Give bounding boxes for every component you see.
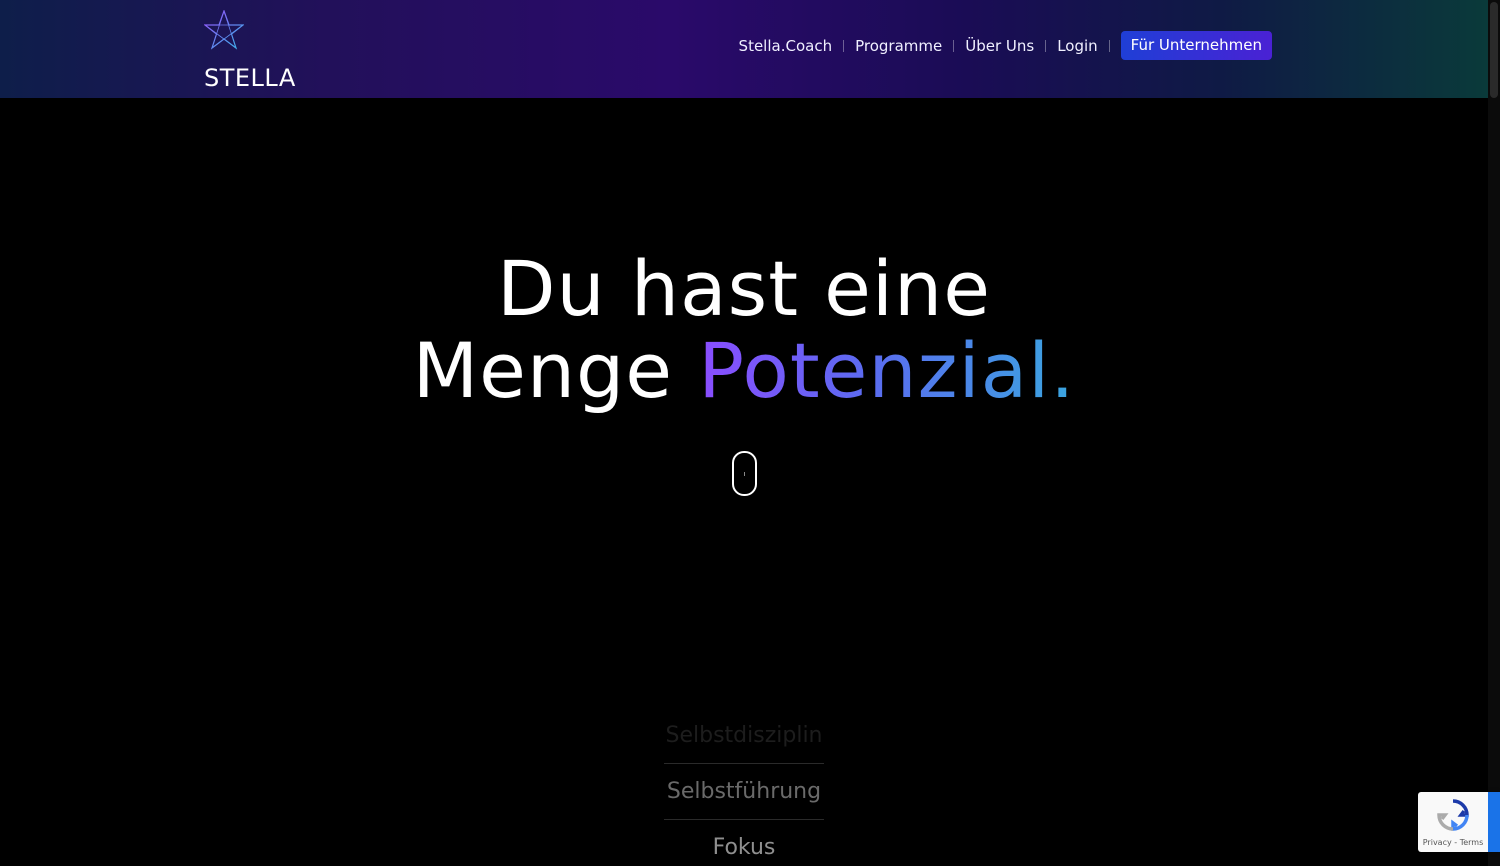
main-nav: Stella.Coach Programme Über Uns Login Fü… bbox=[739, 31, 1272, 60]
logo-link[interactable]: STELLA bbox=[204, 10, 304, 92]
hero-title-prefix: Menge bbox=[412, 326, 699, 415]
fuer-unternehmen-button[interactable]: Für Unternehmen bbox=[1120, 31, 1272, 60]
hero-title-line-2: Menge Potenzial. bbox=[0, 330, 1488, 412]
list-item: Selbstdisziplin bbox=[664, 708, 824, 764]
page-scrollbar[interactable] bbox=[1488, 0, 1500, 866]
scrollbar-thumb[interactable] bbox=[1490, 2, 1498, 98]
hero-title-line-1: Du hast eine bbox=[497, 244, 991, 333]
nav-item-stella-coach[interactable]: Stella.Coach bbox=[739, 37, 833, 55]
nav-separator bbox=[843, 39, 845, 52]
mouse-wheel-dot bbox=[744, 472, 745, 476]
recaptcha-links[interactable]: Privacy - Terms bbox=[1418, 838, 1488, 847]
recaptcha-badge[interactable]: Privacy - Terms bbox=[1418, 792, 1500, 852]
list-item: Selbstführung bbox=[664, 764, 824, 820]
nav-separator bbox=[1045, 39, 1047, 52]
hero-section: Du hast eine Menge Potenzial. bbox=[0, 248, 1488, 412]
nav-item-ueber-uns[interactable]: Über Uns bbox=[965, 37, 1034, 55]
brand-name: STELLA bbox=[204, 64, 296, 92]
nav-item-login[interactable]: Login bbox=[1057, 37, 1097, 55]
site-header: STELLA Stella.Coach Programme Über Uns L… bbox=[0, 0, 1488, 98]
nav-separator bbox=[1108, 39, 1110, 52]
hero-title-accent: Potenzial. bbox=[698, 326, 1076, 415]
recaptcha-logo-icon bbox=[1437, 799, 1469, 831]
rotating-words-list: Selbstdisziplin Selbstführung Fokus bbox=[664, 708, 824, 866]
nav-separator bbox=[953, 39, 955, 52]
list-item: Fokus bbox=[712, 835, 776, 860]
page: STELLA Stella.Coach Programme Über Uns L… bbox=[0, 0, 1500, 866]
hero-title: Du hast eine Menge Potenzial. bbox=[0, 248, 1488, 412]
mouse-scroll-icon[interactable] bbox=[732, 451, 757, 496]
recaptcha-edge bbox=[1488, 792, 1500, 852]
star-logo-icon bbox=[204, 10, 244, 50]
nav-item-programme[interactable]: Programme bbox=[855, 37, 942, 55]
